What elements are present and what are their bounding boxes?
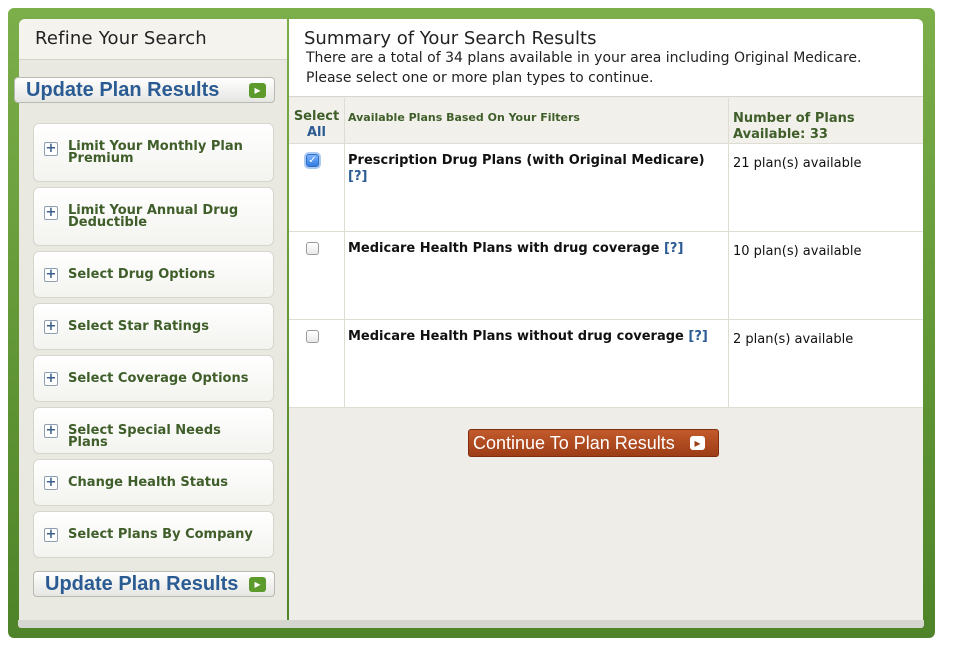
arrow-right-icon: ▸	[249, 83, 266, 98]
number-of-plans-label: Number of Plans	[733, 111, 855, 126]
continue-button-label: Continue To Plan Results	[473, 433, 675, 453]
plan-type-checkbox[interactable]	[306, 242, 319, 255]
results-summary-panel: Summary of Your Search Results There are…	[289, 19, 923, 620]
summary-title: Summary of Your Search Results	[304, 28, 597, 49]
filter-label: Change Health Status	[68, 475, 228, 490]
plan-type-name: Prescription Drug Plans (with Original M…	[348, 153, 718, 185]
select-all-header: Select All	[289, 109, 344, 141]
arrow-right-icon: ▸	[690, 436, 705, 450]
filter-star-ratings[interactable]: + Select Star Ratings	[33, 303, 274, 350]
summary-header: Summary of Your Search Results There are…	[289, 19, 923, 97]
sidebar-title: Refine Your Search	[35, 28, 207, 49]
table-row: Medicare Health Plans with drug coverage…	[289, 232, 923, 320]
update-button-label: Update Plan Results	[45, 573, 239, 595]
table-row: Medicare Health Plans without drug cover…	[289, 320, 923, 408]
filter-label: Limit Your Annual Drug Deductible	[68, 203, 239, 230]
update-button-label: Update Plan Results	[26, 79, 220, 101]
plan-type-label: Medicare Health Plans with drug coverage	[348, 241, 660, 256]
plan-count: 10 plan(s) available	[733, 244, 862, 259]
summary-instruction-text: Please select one or more plan types to …	[306, 70, 654, 86]
expand-plus-icon: +	[44, 141, 58, 156]
column-divider	[728, 98, 729, 408]
filter-plans-by-company[interactable]: + Select Plans By Company	[33, 511, 274, 558]
filter-coverage-options[interactable]: + Select Coverage Options	[33, 355, 274, 402]
plan-type-checkbox[interactable]	[306, 330, 319, 343]
expand-plus-icon: +	[44, 205, 58, 220]
select-label: Select	[293, 109, 340, 124]
column-divider	[344, 98, 345, 408]
expand-plus-icon: +	[44, 371, 58, 386]
plan-type-label: Prescription Drug Plans (with Original M…	[348, 153, 705, 168]
plan-count: 2 plan(s) available	[733, 332, 854, 347]
plan-type-label: Medicare Health Plans without drug cover…	[348, 329, 684, 344]
plan-type-name: Medicare Health Plans without drug cover…	[348, 329, 718, 345]
frame-bottom-bar	[18, 620, 924, 628]
help-link[interactable]: [?]	[664, 241, 683, 256]
plans-available-total: Available: 33	[733, 127, 828, 142]
expand-plus-icon: +	[44, 319, 58, 334]
filter-special-needs[interactable]: + Select Special Needs Plans	[33, 407, 274, 454]
help-link[interactable]: [?]	[348, 169, 367, 184]
filter-monthly-premium[interactable]: + Limit Your Monthly Plan Premium	[33, 123, 274, 182]
arrow-right-icon: ▸	[249, 577, 266, 592]
plan-count: 21 plan(s) available	[733, 156, 862, 171]
filter-label: Select Star Ratings	[68, 319, 209, 334]
summary-total-text: There are a total of 34 plans available …	[306, 50, 862, 66]
expand-plus-icon: +	[44, 267, 58, 282]
table-row: ✓ Prescription Drug Plans (with Original…	[289, 144, 923, 232]
available-plans-header: Available Plans Based On Your Filters	[348, 111, 580, 124]
expand-plus-icon: +	[44, 475, 58, 490]
filter-label: Select Drug Options	[68, 267, 216, 282]
filter-drug-options[interactable]: + Select Drug Options	[33, 251, 274, 298]
filter-health-status[interactable]: + Change Health Status	[33, 459, 274, 506]
filter-label: Select Special Needs Plans	[68, 423, 221, 450]
table-header: Select All Available Plans Based On Your…	[289, 98, 923, 144]
update-plan-results-button-bottom[interactable]: Update Plan Results ▸	[33, 571, 275, 597]
filter-annual-deductible[interactable]: + Limit Your Annual Drug Deductible	[33, 187, 274, 246]
update-plan-results-button-top[interactable]: Update Plan Results ▸	[14, 77, 275, 103]
expand-plus-icon: +	[44, 423, 58, 438]
help-link[interactable]: [?]	[688, 329, 707, 344]
filter-label: Select Plans By Company	[68, 527, 253, 542]
continue-to-plan-results-button[interactable]: Continue To Plan Results ▸	[468, 429, 719, 457]
expand-plus-icon: +	[44, 527, 58, 542]
plan-types-table: Select All Available Plans Based On Your…	[289, 98, 923, 408]
select-all-link[interactable]: All	[289, 125, 344, 141]
number-of-plans-header: Number of Plans Available: 33	[733, 111, 913, 143]
plan-type-name: Medicare Health Plans with drug coverage…	[348, 241, 718, 257]
filter-label: Select Coverage Options	[68, 371, 249, 386]
plan-type-checkbox[interactable]: ✓	[306, 154, 319, 167]
filter-label: Limit Your Monthly Plan Premium	[68, 139, 243, 166]
